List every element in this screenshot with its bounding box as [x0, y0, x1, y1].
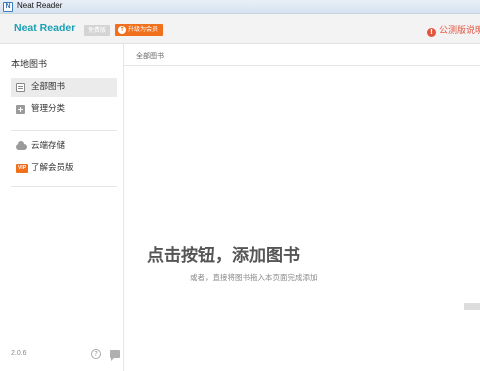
- window-titlebar[interactable]: N Neat Reader: [0, 0, 480, 14]
- app-header: Neat Reader 免费版 ↑ 升级为会员 ! 公测版说明: [0, 14, 480, 44]
- main-content: 全部图书: [124, 44, 480, 371]
- sidebar: 本地图书 全部图书 管理分类 云端存储 VIP 了解会员版 2.0.6 ?: [0, 44, 124, 371]
- upgrade-button-label: 升级为会员: [128, 26, 159, 33]
- upgrade-button[interactable]: ↑ 升级为会员: [115, 24, 163, 36]
- alert-icon: !: [427, 28, 436, 37]
- sidebar-item-label: 全部图书: [31, 82, 66, 92]
- book-icon: [16, 83, 25, 92]
- sidebar-divider: [11, 186, 117, 187]
- sidebar-item-cloud-storage[interactable]: 云端存储: [11, 137, 117, 156]
- sidebar-heading: 本地图书: [11, 60, 48, 70]
- upgrade-arrow-icon: ↑: [118, 26, 126, 34]
- sidebar-item-vip-info[interactable]: VIP 了解会员版: [11, 159, 117, 178]
- free-version-badge: 免费版: [84, 25, 110, 36]
- app-name: Neat Reader: [14, 22, 76, 34]
- feedback-icon[interactable]: [110, 350, 120, 361]
- sidebar-item-label: 云端存储: [31, 141, 66, 151]
- app-logo-icon: N: [3, 2, 13, 12]
- beta-notice-link[interactable]: ! 公测版说明: [427, 23, 480, 37]
- add-books-prompt[interactable]: 点击按钮，添加图书: [147, 241, 300, 266]
- cloud-icon: [16, 141, 27, 150]
- sidebar-item-manage-categories[interactable]: 管理分类: [11, 100, 117, 119]
- side-drawer-handle[interactable]: [464, 303, 480, 310]
- vip-icon: VIP: [16, 164, 28, 173]
- drag-drop-hint: 或者，直接将图书拖入本页面完成添加: [190, 273, 318, 282]
- sidebar-item-label: 了解会员版: [31, 163, 74, 173]
- version-label: 2.0.6: [11, 350, 27, 357]
- help-icon[interactable]: ?: [91, 349, 101, 359]
- sidebar-divider: [11, 130, 117, 131]
- beta-notice-label: 公测版说明: [439, 26, 480, 36]
- plus-icon: [16, 105, 25, 114]
- window-title: Neat Reader: [17, 1, 63, 10]
- breadcrumb-bar: 全部图书: [124, 44, 480, 66]
- sidebar-item-all-books[interactable]: 全部图书: [11, 78, 117, 97]
- sidebar-item-label: 管理分类: [31, 104, 66, 114]
- breadcrumb: 全部图书: [136, 52, 164, 60]
